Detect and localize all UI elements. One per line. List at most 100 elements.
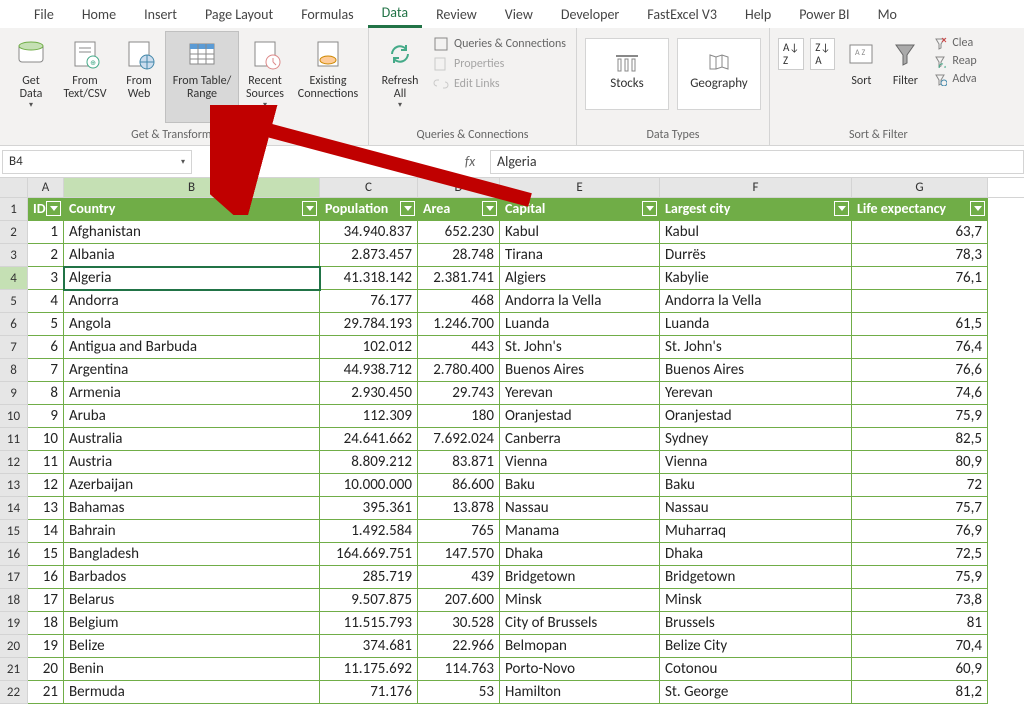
cell-A3[interactable]: 2 bbox=[28, 244, 64, 267]
filter-dropdown-largest-city[interactable] bbox=[834, 201, 849, 216]
formula-value[interactable]: Algeria bbox=[490, 150, 1024, 174]
cell-C7[interactable]: 102.012 bbox=[320, 336, 418, 359]
cell-E9[interactable]: Yerevan bbox=[500, 382, 660, 405]
filter-dropdown-capital[interactable] bbox=[642, 201, 657, 216]
cell-B2[interactable]: Afghanistan bbox=[64, 221, 320, 244]
cell-G22[interactable]: 81,2 bbox=[852, 681, 988, 704]
tab-fastexcel-v3[interactable]: FastExcel V3 bbox=[633, 2, 731, 27]
row-header-11[interactable]: 11 bbox=[0, 428, 28, 451]
cell-E13[interactable]: Baku bbox=[500, 474, 660, 497]
cell-E10[interactable]: Oranjestad bbox=[500, 405, 660, 428]
cell-C19[interactable]: 11.515.793 bbox=[320, 612, 418, 635]
tab-review[interactable]: Review bbox=[422, 2, 491, 27]
tab-developer[interactable]: Developer bbox=[547, 2, 633, 27]
cell-B16[interactable]: Bangladesh bbox=[64, 543, 320, 566]
row-header-8[interactable]: 8 bbox=[0, 359, 28, 382]
cell-D15[interactable]: 765 bbox=[418, 520, 500, 543]
cell-C12[interactable]: 8.809.212 bbox=[320, 451, 418, 474]
cell-G9[interactable]: 74,6 bbox=[852, 382, 988, 405]
cell-E22[interactable]: Hamilton bbox=[500, 681, 660, 704]
cell-G18[interactable]: 73,8 bbox=[852, 589, 988, 612]
reapply-button[interactable]: Reap bbox=[933, 54, 976, 68]
properties-button[interactable]: Properties bbox=[433, 56, 566, 72]
row-header-13[interactable]: 13 bbox=[0, 474, 28, 497]
cell-E18[interactable]: Minsk bbox=[500, 589, 660, 612]
cell-B5[interactable]: Andorra bbox=[64, 290, 320, 313]
cell-B19[interactable]: Belgium bbox=[64, 612, 320, 635]
cell-B6[interactable]: Angola bbox=[64, 313, 320, 336]
cell-F9[interactable]: Yerevan bbox=[660, 382, 852, 405]
cell-F7[interactable]: St. John's bbox=[660, 336, 852, 359]
existing-connections-button[interactable]: Existing Connections bbox=[292, 32, 364, 122]
cell-A20[interactable]: 19 bbox=[28, 635, 64, 658]
row-header-7[interactable]: 7 bbox=[0, 336, 28, 359]
row-header-19[interactable]: 19 bbox=[0, 612, 28, 635]
cell-C3[interactable]: 2.873.457 bbox=[320, 244, 418, 267]
cell-D13[interactable]: 86.600 bbox=[418, 474, 500, 497]
recent-sources-button[interactable]: Recent Sources ▾ bbox=[238, 32, 292, 122]
cell-D22[interactable]: 53 bbox=[418, 681, 500, 704]
cell-A2[interactable]: 1 bbox=[28, 221, 64, 244]
row-header-20[interactable]: 20 bbox=[0, 635, 28, 658]
cell-F20[interactable]: Belize City bbox=[660, 635, 852, 658]
cell-E5[interactable]: Andorra la Vella bbox=[500, 290, 660, 313]
cell-E19[interactable]: City of Brussels bbox=[500, 612, 660, 635]
cell-D16[interactable]: 147.570 bbox=[418, 543, 500, 566]
cell-F3[interactable]: Durrës bbox=[660, 244, 852, 267]
cell-F5[interactable]: Andorra la Vella bbox=[660, 290, 852, 313]
tab-insert[interactable]: Insert bbox=[130, 2, 191, 27]
cell-F2[interactable]: Kabul bbox=[660, 221, 852, 244]
col-header-F[interactable]: F bbox=[660, 178, 852, 197]
cell-A6[interactable]: 5 bbox=[28, 313, 64, 336]
cell-D21[interactable]: 114.763 bbox=[418, 658, 500, 681]
cell-D20[interactable]: 22.966 bbox=[418, 635, 500, 658]
row-header-21[interactable]: 21 bbox=[0, 658, 28, 681]
cell-D8[interactable]: 2.780.400 bbox=[418, 359, 500, 382]
cell-A4[interactable]: 3 bbox=[28, 267, 64, 290]
cell-C15[interactable]: 1.492.584 bbox=[320, 520, 418, 543]
cell-C17[interactable]: 285.719 bbox=[320, 566, 418, 589]
cell-F12[interactable]: Vienna bbox=[660, 451, 852, 474]
cell-C20[interactable]: 374.681 bbox=[320, 635, 418, 658]
cell-B9[interactable]: Armenia bbox=[64, 382, 320, 405]
row-header-15[interactable]: 15 bbox=[0, 520, 28, 543]
col-header-C[interactable]: C bbox=[320, 178, 418, 197]
cell-A13[interactable]: 12 bbox=[28, 474, 64, 497]
cell-E7[interactable]: St. John's bbox=[500, 336, 660, 359]
col-header-A[interactable]: A bbox=[28, 178, 64, 197]
col-header-B[interactable]: B bbox=[64, 178, 320, 197]
cell-D9[interactable]: 29.743 bbox=[418, 382, 500, 405]
cell-F22[interactable]: St. George bbox=[660, 681, 852, 704]
stocks-button[interactable]: Stocks bbox=[585, 38, 669, 110]
cell-B14[interactable]: Bahamas bbox=[64, 497, 320, 520]
filter-dropdown-population[interactable] bbox=[400, 201, 415, 216]
cell-C4[interactable]: 41.318.142 bbox=[320, 267, 418, 290]
cell-G4[interactable]: 76,1 bbox=[852, 267, 988, 290]
filter-dropdown-id[interactable] bbox=[46, 201, 61, 216]
tab-help[interactable]: Help bbox=[731, 2, 785, 27]
cell-C10[interactable]: 112.309 bbox=[320, 405, 418, 428]
cell-E4[interactable]: Algiers bbox=[500, 267, 660, 290]
cell-A11[interactable]: 10 bbox=[28, 428, 64, 451]
name-box[interactable]: B4▾ bbox=[2, 150, 192, 174]
cell-G3[interactable]: 78,3 bbox=[852, 244, 988, 267]
tab-home[interactable]: Home bbox=[68, 2, 130, 27]
cell-E12[interactable]: Vienna bbox=[500, 451, 660, 474]
edit-links-button[interactable]: Edit Links bbox=[433, 76, 566, 92]
cell-F15[interactable]: Muharraq bbox=[660, 520, 852, 543]
cell-G13[interactable]: 72 bbox=[852, 474, 988, 497]
from-table-range-button[interactable]: From Table/ Range bbox=[166, 32, 238, 122]
cell-A15[interactable]: 14 bbox=[28, 520, 64, 543]
cell-C14[interactable]: 395.361 bbox=[320, 497, 418, 520]
cell-G12[interactable]: 80,9 bbox=[852, 451, 988, 474]
cell-D4[interactable]: 2.381.741 bbox=[418, 267, 500, 290]
row-header-1[interactable]: 1 bbox=[0, 198, 28, 221]
queries-connections-button[interactable]: Queries & Connections bbox=[433, 36, 566, 52]
filter-button[interactable]: Filter bbox=[883, 32, 927, 122]
cell-A17[interactable]: 16 bbox=[28, 566, 64, 589]
cell-B18[interactable]: Belarus bbox=[64, 589, 320, 612]
cell-F6[interactable]: Luanda bbox=[660, 313, 852, 336]
from-text-csv-button[interactable]: ⊕ From Text/CSV bbox=[58, 32, 112, 122]
col-header-D[interactable]: D bbox=[418, 178, 500, 197]
cell-B10[interactable]: Aruba bbox=[64, 405, 320, 428]
